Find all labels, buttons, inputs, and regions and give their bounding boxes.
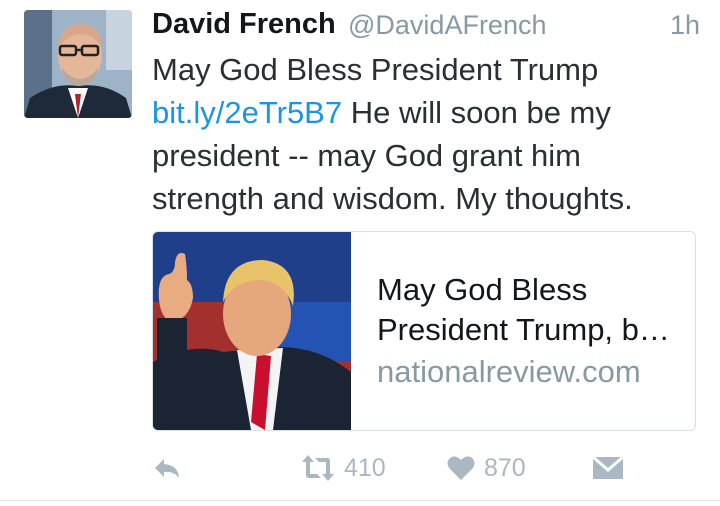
retweet-button[interactable]: 410 (300, 448, 386, 488)
card-title[interactable]: May God Bless President Trump, b… (377, 270, 677, 350)
avatar-photo (24, 10, 132, 118)
card-domain[interactable]: nationalreview.com (377, 352, 677, 392)
tweet-timestamp[interactable]: 1h (670, 10, 700, 41)
link-card[interactable]: May God Bless President Trump, b… nation… (152, 231, 696, 431)
tweet[interactable]: David French @DavidAFrench 1h May God Bl… (0, 0, 720, 506)
tweet-actions: 410 870 (152, 448, 700, 488)
card-text: May God Bless President Trump, b… nation… (377, 270, 677, 392)
card-photo (153, 232, 351, 430)
card-image (153, 232, 351, 430)
like-button[interactable]: 870 (446, 448, 526, 488)
heart-icon (447, 456, 475, 480)
reply-icon (155, 459, 179, 478)
tweet-text-line1: May God Bless President Trump (152, 52, 599, 87)
like-count: 870 (484, 453, 526, 482)
tweet-link[interactable]: bit.ly/2eTr5B7 (152, 95, 342, 130)
retweet-icon (302, 455, 334, 481)
reply-button[interactable] (152, 448, 182, 488)
retweet-count: 410 (344, 453, 386, 482)
direct-message-button[interactable] (592, 448, 624, 488)
envelope-icon (592, 455, 624, 479)
tweet-text: May God Bless President Trump bit.ly/2eT… (152, 48, 700, 220)
avatar[interactable] (24, 10, 132, 118)
user-handle[interactable]: @DavidAFrench (348, 10, 546, 41)
tweet-header: David French @DavidAFrench 1h (152, 4, 700, 44)
display-name[interactable]: David French (152, 8, 336, 41)
divider (0, 500, 720, 501)
